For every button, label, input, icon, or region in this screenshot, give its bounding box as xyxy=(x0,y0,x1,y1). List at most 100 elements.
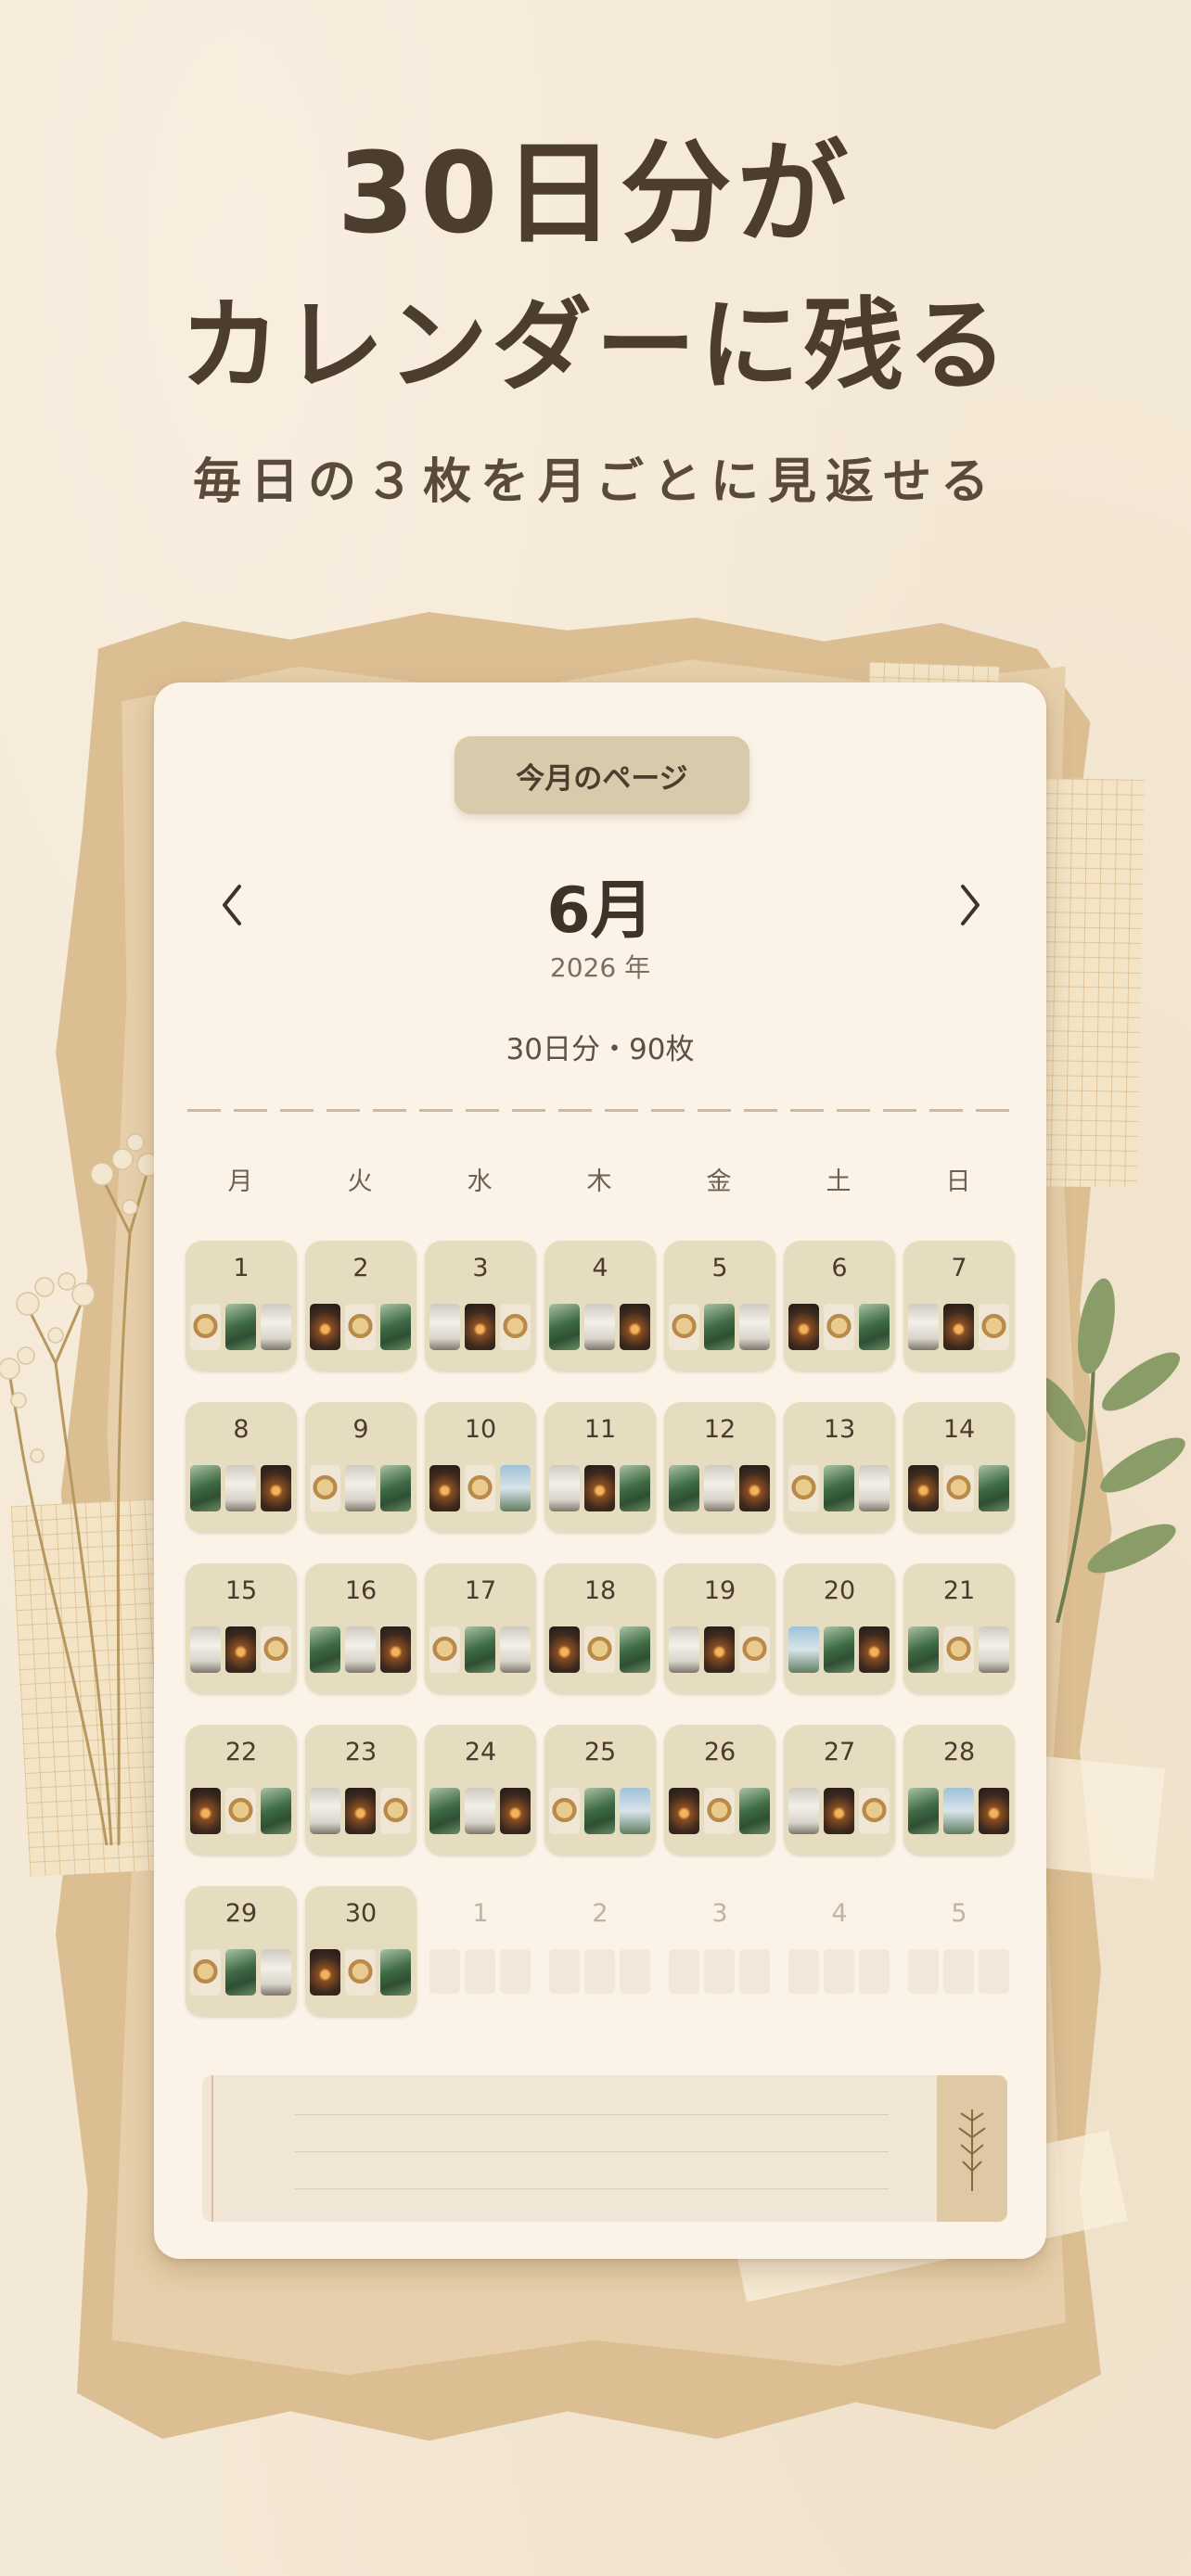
empty-photo-slot xyxy=(704,1949,735,1994)
photo-thumbnail xyxy=(739,1465,770,1511)
photo-thumbnails xyxy=(788,1626,890,1673)
weekday-label: 木 xyxy=(586,1167,612,1196)
photo-thumbnails xyxy=(788,1465,890,1511)
photo-thumbnail xyxy=(584,1626,615,1673)
day-number: 4 xyxy=(831,1899,848,1928)
photo-thumbnail xyxy=(465,1465,495,1511)
photo-thumbnail xyxy=(739,1304,770,1350)
hero-title-line2: カレンダーに残る xyxy=(179,288,1011,404)
calendar-day-cell[interactable]: 11 xyxy=(544,1402,656,1532)
calendar-day-cell[interactable]: 4 xyxy=(544,1241,656,1371)
calendar-day-cell[interactable]: 26 xyxy=(664,1725,775,1855)
calendar-day-cell[interactable]: 18 xyxy=(544,1563,656,1693)
calendar-day-cell[interactable]: 14 xyxy=(903,1402,1015,1532)
calendar-day-cell[interactable]: 21 xyxy=(903,1563,1015,1693)
calendar-day-cell[interactable]: 29 xyxy=(186,1886,297,2016)
day-number: 29 xyxy=(224,1899,258,1928)
calendar-day-cell[interactable]: 22 xyxy=(186,1725,297,1855)
photo-thumbnail xyxy=(704,1788,735,1834)
hero-subtitle: 毎日の３枚を月ごとに見返せる xyxy=(192,454,998,510)
photo-thumbnail xyxy=(500,1465,531,1511)
photo-thumbnails xyxy=(908,1626,1010,1673)
day-number: 28 xyxy=(942,1738,976,1766)
this-month-page-button[interactable]: 今月のページ xyxy=(455,736,749,814)
photo-thumbnails xyxy=(310,1304,412,1350)
calendar-day-cell[interactable]: 6 xyxy=(784,1241,895,1371)
photo-thumbnail xyxy=(500,1788,531,1834)
photo-thumbnail xyxy=(908,1465,939,1511)
calendar-day-cell[interactable]: 23 xyxy=(305,1725,416,1855)
next-month-button[interactable] xyxy=(942,877,998,933)
day-number: 22 xyxy=(224,1738,258,1766)
calendar-day-cell[interactable]: 12 xyxy=(664,1402,775,1532)
day-number: 4 xyxy=(592,1254,608,1282)
photo-thumbnail xyxy=(859,1304,890,1350)
photo-thumbnail xyxy=(261,1949,291,1996)
photo-thumbnails xyxy=(549,1465,651,1511)
photo-thumbnail xyxy=(788,1788,819,1834)
calendar-day-cell[interactable]: 8 xyxy=(186,1402,297,1532)
photo-thumbnail xyxy=(190,1949,221,1996)
calendar-day-cell[interactable]: 16 xyxy=(305,1563,416,1693)
calendar-day-cell[interactable]: 5 xyxy=(664,1241,775,1371)
calendar-day-cell[interactable]: 10 xyxy=(425,1402,536,1532)
memo-margin-line xyxy=(211,2075,213,2222)
calendar-day-cell[interactable]: 24 xyxy=(425,1725,536,1855)
empty-photo-slot xyxy=(584,1949,615,1994)
calendar-day-cell[interactable]: 30 xyxy=(305,1886,416,2016)
empty-photo-slot xyxy=(788,1949,819,1994)
photo-thumbnails xyxy=(190,1788,292,1834)
calendar-day-cell[interactable]: 13 xyxy=(784,1402,895,1532)
photo-thumbnails xyxy=(190,1304,292,1350)
calendar-day-cell[interactable]: 15 xyxy=(186,1563,297,1693)
photo-thumbnail xyxy=(859,1626,890,1673)
calendar-day-cell[interactable]: 19 xyxy=(664,1563,775,1693)
weekday-label: 水 xyxy=(467,1167,493,1196)
calendar-day-cell[interactable]: 3 xyxy=(425,1241,536,1371)
photo-thumbnail xyxy=(620,1626,650,1673)
photo-thumbnails xyxy=(429,1465,531,1511)
photo-thumbnail xyxy=(429,1465,460,1511)
photo-thumbnail xyxy=(739,1788,770,1834)
day-number: 6 xyxy=(831,1254,848,1282)
photo-thumbnail xyxy=(788,1626,819,1673)
calendar-day-cell[interactable]: 27 xyxy=(784,1725,895,1855)
photo-thumbnail xyxy=(908,1788,939,1834)
photo-thumbnails xyxy=(190,1626,292,1673)
photo-thumbnail xyxy=(979,1626,1009,1673)
chevron-right-icon xyxy=(961,885,980,925)
photo-thumbnail xyxy=(908,1304,939,1350)
photo-thumbnail xyxy=(704,1626,735,1673)
calendar-day-cell[interactable]: 28 xyxy=(903,1725,1015,1855)
empty-photo-slot xyxy=(739,1949,770,1994)
calendar-day-cell[interactable]: 1 xyxy=(186,1241,297,1371)
photo-thumbnail xyxy=(704,1465,735,1511)
photo-thumbnail xyxy=(261,1626,291,1673)
day-number: 25 xyxy=(583,1738,617,1766)
calendar-day-cell[interactable]: 17 xyxy=(425,1563,536,1693)
photo-thumbnail xyxy=(380,1949,411,1996)
calendar-day-cell[interactable]: 20 xyxy=(784,1563,895,1693)
calendar-day-cell[interactable]: 7 xyxy=(903,1241,1015,1371)
day-number: 5 xyxy=(711,1254,728,1282)
photo-thumbnails xyxy=(429,1626,531,1673)
day-number: 23 xyxy=(344,1738,378,1766)
photo-thumbnails xyxy=(908,1304,1010,1350)
day-number: 3 xyxy=(711,1899,728,1928)
photo-thumbnail xyxy=(225,1949,256,1996)
day-number: 2 xyxy=(592,1899,608,1928)
photo-thumbnail xyxy=(380,1465,411,1511)
dried-flower-icon xyxy=(0,1133,160,1845)
day-number: 17 xyxy=(464,1576,497,1605)
photo-thumbnail xyxy=(225,1626,256,1673)
calendar-grid: 1 2 3 4 5 6 7 8 9 10 11 12 13 14 15 16 17 18 19 20 21 22 23 24 2… xyxy=(186,1241,1017,2075)
next-month-day-cell: 3 xyxy=(664,1886,775,2016)
calendar-day-cell[interactable]: 2 xyxy=(305,1241,416,1371)
day-number: 8 xyxy=(233,1415,250,1444)
photo-thumbnail xyxy=(261,1788,291,1834)
calendar-day-cell[interactable]: 9 xyxy=(305,1402,416,1532)
memo-area[interactable] xyxy=(202,2075,1007,2222)
photo-thumbnail xyxy=(584,1304,615,1350)
photo-thumbnail xyxy=(549,1626,580,1673)
calendar-day-cell[interactable]: 25 xyxy=(544,1725,656,1855)
